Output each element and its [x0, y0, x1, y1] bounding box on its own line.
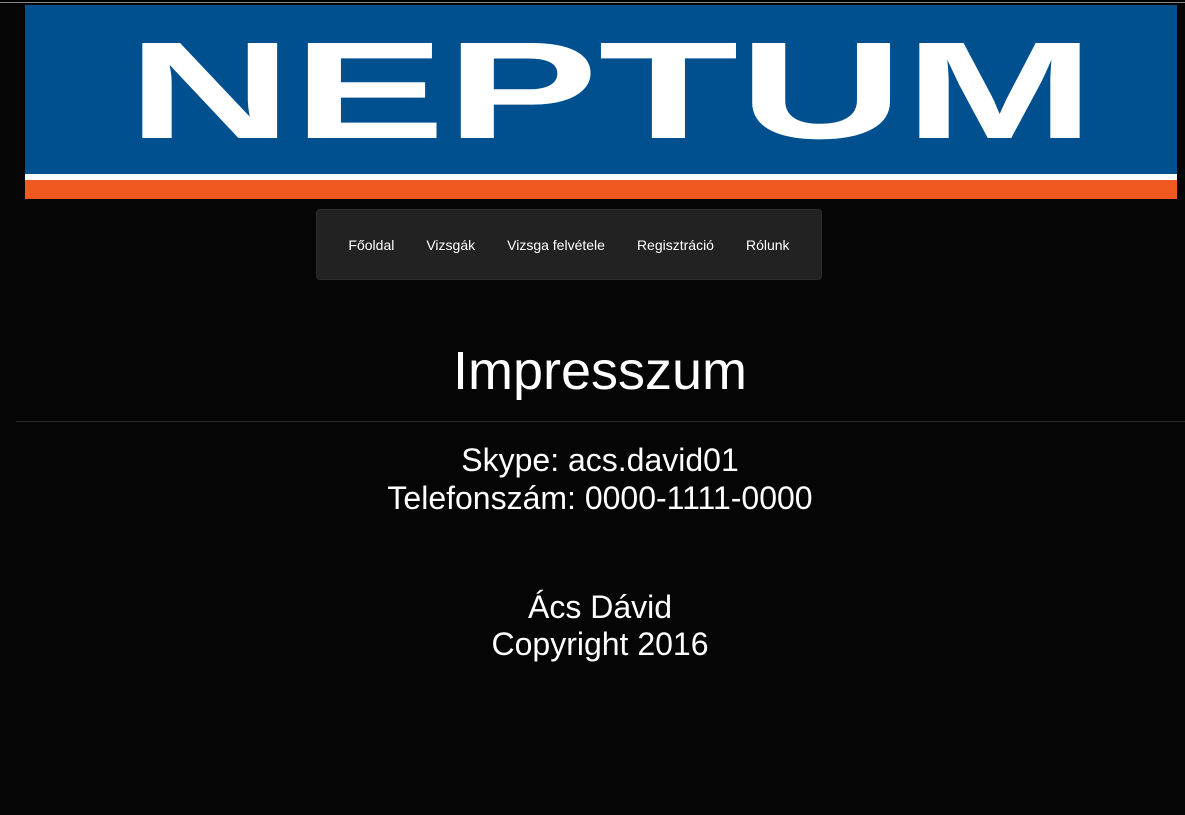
page-footer: Ács Dávid Copyright 2016 — [0, 589, 1185, 663]
logo-text: NEPTUM — [127, 14, 1095, 168]
header-banner: NEPTUM — [25, 5, 1177, 199]
neptum-logo: NEPTUM — [127, 14, 1095, 168]
nav-item-vizsga-felvetele[interactable]: Vizsga felvétele — [491, 237, 621, 253]
contact-info: Skype: acs.david01 Telefonszám: 0000-111… — [0, 441, 1185, 517]
skype-contact: Skype: acs.david01 — [461, 442, 739, 478]
banner-orange-stripe — [25, 180, 1177, 199]
phone-contact: Telefonszám: 0000-1111-0000 — [387, 480, 813, 516]
copyright-text: Copyright 2016 — [491, 626, 709, 662]
window-top-hairline — [0, 2, 1185, 3]
main-navbar: Főoldal Vizsgák Vizsga felvétele Regiszt… — [316, 209, 822, 280]
author-name: Ács Dávid — [527, 589, 673, 625]
title-divider — [16, 421, 1185, 422]
nav-item-regisztracio[interactable]: Regisztráció — [621, 237, 730, 253]
page-title: Impresszum — [452, 341, 748, 401]
nav-item-vizsgak[interactable]: Vizsgák — [410, 237, 491, 253]
nav-item-rolunk[interactable]: Rólunk — [730, 237, 806, 253]
nav-item-fooldal[interactable]: Főoldal — [332, 237, 410, 253]
